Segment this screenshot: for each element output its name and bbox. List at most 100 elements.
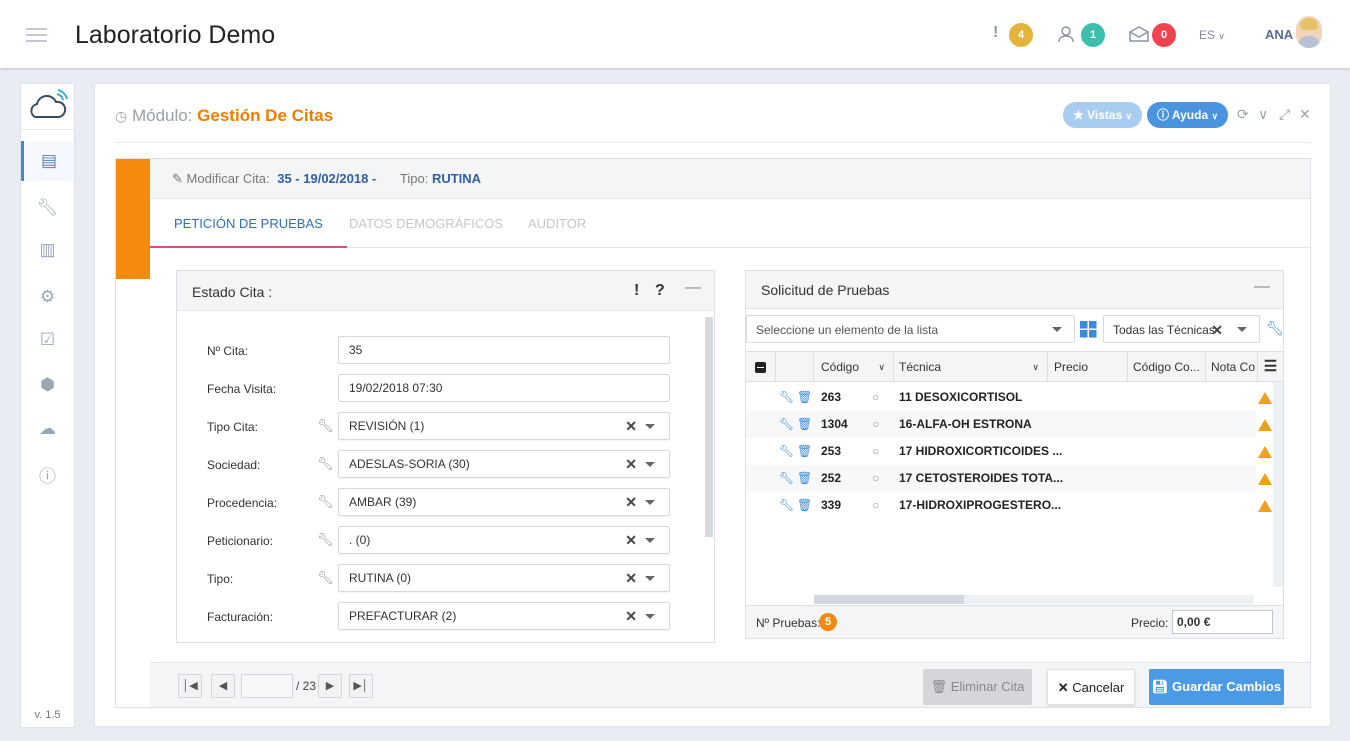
caret-down-icon[interactable]: [645, 424, 655, 429]
vistas-button[interactable]: ★ Vistas ∨: [1063, 102, 1143, 128]
users-badge[interactable]: 1: [1081, 23, 1105, 47]
clear-icon[interactable]: ✕: [625, 489, 637, 515]
radio-icon[interactable]: ○: [872, 384, 879, 411]
wrench-icon[interactable]: 🔧︎: [779, 465, 794, 492]
last-page-icon[interactable]: ▶│: [349, 674, 373, 698]
question-icon[interactable]: ?: [655, 282, 665, 300]
wrench-icon[interactable]: 🔧︎: [317, 418, 334, 434]
gear-icon[interactable]: ⚙: [21, 277, 74, 317]
help-circle-icon[interactable]: ⓘ: [21, 457, 74, 497]
avatar[interactable]: [1296, 16, 1322, 48]
caret-down-icon[interactable]: [645, 576, 655, 581]
guardar-cambios-button[interactable]: 💾︎ Guardar Cambios: [1149, 669, 1284, 705]
exclamation-icon[interactable]: !: [993, 24, 998, 42]
table-row[interactable]: 🔧︎ 🗑︎ 339 ○ 17-HIDROXIPROGESTERO...: [746, 492, 1256, 519]
eliminar-cita-button[interactable]: 🗑︎ Eliminar Cita: [923, 669, 1032, 705]
cube-icon[interactable]: ⬢: [21, 365, 74, 405]
ayuda-button[interactable]: ⓘ Ayuda ∨: [1147, 102, 1229, 128]
wrench-icon[interactable]: 🔧︎: [1266, 320, 1284, 337]
facturacion-select[interactable]: PREFACTURAR (2) ✕: [338, 602, 670, 630]
language-selector[interactable]: ES ∨: [1199, 28, 1225, 42]
clear-icon[interactable]: ✕: [625, 451, 637, 477]
messages-badge[interactable]: 0: [1152, 23, 1176, 47]
wrench-icon[interactable]: 🔧︎: [317, 456, 334, 472]
clear-icon[interactable]: ✕: [625, 603, 637, 629]
clear-icon[interactable]: ✕: [625, 565, 637, 591]
grid-view-icon[interactable]: [1080, 321, 1097, 338]
trash-icon[interactable]: 🗑︎: [797, 384, 812, 411]
expand-icon[interactable]: ⤢: [1279, 106, 1290, 123]
wrench-icon[interactable]: 🔧︎: [779, 438, 794, 465]
cloud-logo-icon[interactable]: [21, 84, 74, 130]
caret-down-icon[interactable]: [645, 538, 655, 543]
cloud-icon[interactable]: ☁: [21, 409, 74, 449]
radio-icon[interactable]: ○: [872, 465, 879, 492]
column-header-tecnica[interactable]: Técnica ∨: [894, 352, 1048, 382]
minimize-icon[interactable]: —: [1254, 278, 1270, 296]
tipo-select[interactable]: RUTINA (0) ✕: [338, 564, 670, 592]
procedencia-select[interactable]: AMBAR (39) ✕: [338, 488, 670, 516]
precio-input[interactable]: 0,00 €: [1172, 610, 1273, 634]
caret-down-icon[interactable]: [1052, 327, 1062, 332]
prueba-select[interactable]: Seleccione un elemento de la lista: [746, 315, 1075, 343]
num-cita-input[interactable]: 35: [338, 336, 670, 364]
wrench-icon[interactable]: 🔧︎: [317, 570, 334, 586]
prev-page-icon[interactable]: ◀: [211, 674, 235, 698]
envelope-open-icon[interactable]: [1129, 26, 1149, 42]
tab-peticion-pruebas[interactable]: PETICIÓN DE PRUEBAS: [150, 199, 347, 248]
sociedad-select[interactable]: ADESLAS-SORIA (30) ✕: [338, 450, 670, 478]
wrench-icon[interactable]: 🔧︎: [317, 532, 334, 548]
trash-icon[interactable]: 🗑︎: [797, 492, 812, 519]
collapse-icon[interactable]: ∨: [1258, 106, 1268, 123]
column-header-codigo-co[interactable]: Código Co...: [1128, 352, 1206, 382]
page-input[interactable]: [241, 674, 293, 698]
column-header-nota-co[interactable]: Nota Co: [1206, 352, 1258, 382]
scrollbar[interactable]: [705, 317, 713, 537]
wrench-icon[interactable]: 🔧︎: [779, 411, 794, 438]
column-header-precio[interactable]: Precio: [1048, 352, 1128, 382]
clear-icon[interactable]: ✕: [625, 413, 637, 439]
close-icon[interactable]: ✕: [1299, 106, 1311, 123]
hamburger-menu-icon[interactable]: [26, 28, 47, 42]
calendar-check-icon[interactable]: ☑: [21, 320, 74, 360]
peticionario-select[interactable]: . (0) ✕: [338, 526, 670, 554]
wrench-icon[interactable]: 🔧︎: [779, 492, 794, 519]
user-name[interactable]: ANA: [1265, 27, 1293, 42]
clear-icon[interactable]: ✕: [625, 527, 637, 553]
wrench-icon[interactable]: 🔧︎: [21, 188, 74, 228]
tecnicas-select[interactable]: Todas las Técnicas ✕: [1103, 315, 1260, 343]
select-all-checkbox[interactable]: [746, 352, 776, 382]
trash-icon[interactable]: 🗑︎: [797, 438, 812, 465]
tab-datos-demograficos[interactable]: DATOS DEMOGRÁFICOS: [349, 199, 503, 248]
caret-down-icon[interactable]: [645, 614, 655, 619]
table-row[interactable]: 🔧︎ 🗑︎ 253 ○ 17 HIDROXICORTICOIDES ...: [746, 438, 1256, 465]
tab-auditor[interactable]: AUDITOR: [528, 199, 586, 248]
minimize-icon[interactable]: —: [685, 279, 701, 297]
horizontal-scrollbar[interactable]: [814, 595, 1254, 604]
trash-icon[interactable]: 🗑︎: [797, 411, 812, 438]
caret-down-icon[interactable]: [645, 500, 655, 505]
cancelar-button[interactable]: ✕ Cancelar: [1047, 669, 1135, 705]
caret-down-icon[interactable]: [1237, 327, 1247, 332]
column-menu-icon[interactable]: ☰: [1258, 352, 1283, 382]
first-page-icon[interactable]: │◀: [178, 674, 202, 698]
wrench-icon[interactable]: 🔧︎: [317, 494, 334, 510]
table-row[interactable]: 🔧︎ 🗑︎ 263 ○ 11 DESOXICORTISOL: [746, 384, 1256, 411]
fecha-visita-input[interactable]: 19/02/2018 07:30: [338, 374, 670, 402]
caret-down-icon[interactable]: [645, 462, 655, 467]
radio-icon[interactable]: ○: [872, 438, 879, 465]
radio-icon[interactable]: ○: [872, 492, 879, 519]
table-row[interactable]: 🔧︎ 🗑︎ 1304 ○ 16-ALFA-OH ESTRONA: [746, 411, 1256, 438]
newspaper-icon[interactable]: ▤: [21, 141, 74, 181]
tipo-cita-select[interactable]: REVISIÓN (1) ✕: [338, 412, 670, 440]
vertical-scrollbar[interactable]: [1273, 382, 1283, 587]
refresh-icon[interactable]: ⟳: [1237, 106, 1249, 123]
clear-icon[interactable]: ✕: [1211, 322, 1223, 339]
radio-icon[interactable]: ○: [872, 411, 879, 438]
wrench-icon[interactable]: 🔧︎: [779, 384, 794, 411]
bar-chart-icon[interactable]: ▥: [21, 230, 74, 270]
table-row[interactable]: 🔧︎ 🗑︎ 252 ○ 17 CETOSTEROIDES TOTA...: [746, 465, 1256, 492]
next-page-icon[interactable]: ▶: [318, 674, 342, 698]
column-header-codigo[interactable]: Código ∨: [814, 352, 894, 382]
trash-icon[interactable]: 🗑︎: [797, 465, 812, 492]
